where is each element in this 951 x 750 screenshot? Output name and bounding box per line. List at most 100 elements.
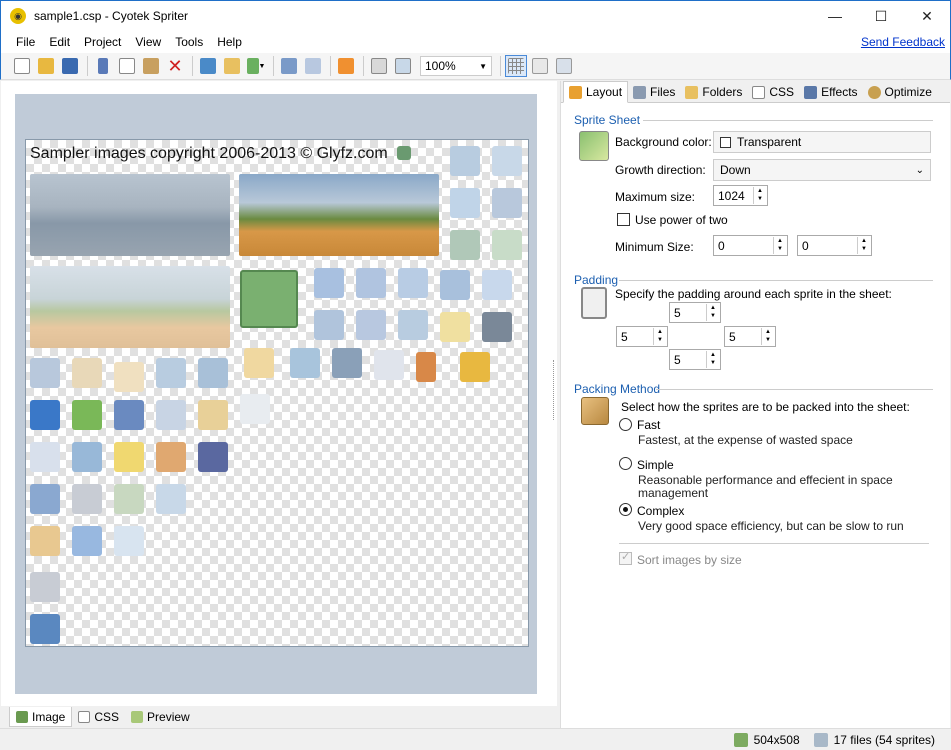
open-button[interactable] — [35, 55, 57, 77]
optimize-icon — [867, 85, 881, 99]
tab-image[interactable]: Image — [9, 707, 73, 727]
sprite-checklist3-icon — [30, 526, 60, 556]
small-sprite-icon — [397, 146, 411, 160]
generate-button[interactable] — [335, 55, 357, 77]
list-icon — [556, 58, 572, 74]
menu-tools[interactable]: Tools — [168, 35, 210, 49]
delete-button[interactable]: ✕ — [164, 55, 186, 77]
background-color-field[interactable]: Transparent — [713, 131, 931, 153]
maximum-size-input[interactable]: 1024 ▲ ▼ — [713, 185, 768, 206]
tab-effects[interactable]: Effects — [799, 81, 862, 103]
padding-right-input[interactable]: 5 ▲ ▼ — [724, 326, 776, 347]
menu-edit[interactable]: Edit — [42, 35, 77, 49]
packing-complex-radio[interactable] — [619, 503, 632, 516]
add-dropdown-button[interactable]: ▼ — [245, 55, 267, 77]
growth-direction-value: Down — [720, 163, 751, 177]
canvas-area[interactable]: Sampler images copyright 2006-2013 © Gly… — [15, 94, 537, 694]
packing-fast-description: Fastest, at the expense of wasted space — [638, 433, 853, 447]
sort-by-size-checkbox[interactable]: ✓ — [619, 551, 632, 565]
packing-complex-description: Very good space efficiency, but can be s… — [638, 519, 904, 533]
sprite-window-icon — [156, 400, 186, 430]
preview-icon — [131, 711, 144, 723]
import-button[interactable] — [302, 55, 324, 77]
close-button[interactable]: ✕ — [904, 1, 950, 31]
sprite-database3-icon — [198, 400, 228, 430]
export-button[interactable] — [278, 55, 300, 77]
sprite-font2-icon — [240, 394, 270, 424]
packing-method-header: Packing Method — [574, 382, 661, 396]
tab-optimize[interactable]: Optimize — [863, 81, 937, 103]
padding-header: Padding — [574, 273, 619, 287]
toolbar-separator — [330, 56, 331, 76]
menu-file[interactable]: File — [1, 35, 42, 49]
zoom-select[interactable]: 100% ▼ — [420, 56, 492, 76]
packing-fast-label: Fast — [637, 418, 661, 432]
packing-fast-radio[interactable] — [619, 418, 632, 431]
zoom-fit-button[interactable] — [368, 55, 390, 77]
minimize-button[interactable]: — — [812, 1, 858, 31]
toolbar: ✕ ▼ 100% ▼ — [0, 53, 951, 80]
sprite-eyedropper3-icon — [156, 442, 186, 472]
background-color-label: Background color: — [615, 135, 712, 149]
sprite-play2-icon — [30, 400, 60, 430]
spinner-arrows-icon[interactable]: ▲ ▼ — [753, 187, 766, 204]
image-icon — [16, 710, 28, 723]
packing-simple-radio[interactable] — [619, 457, 632, 470]
tab-preview[interactable]: Preview — [125, 707, 196, 727]
sprite-binoculars2-icon — [30, 614, 60, 644]
tab-css[interactable]: CSS — [72, 707, 125, 727]
copy-icon — [119, 58, 135, 74]
add-image-button[interactable] — [197, 55, 219, 77]
tab-layout[interactable]: Layout — [563, 81, 629, 103]
menu-view[interactable]: View — [128, 35, 168, 49]
sprite-printer3-icon — [72, 484, 102, 514]
toolbar-separator — [87, 56, 88, 76]
chevron-down-icon: ▼ — [258, 62, 266, 70]
spinner-arrows-icon[interactable]: ▲ ▼ — [773, 237, 786, 254]
growth-direction-select[interactable]: Down ⌄ — [713, 159, 931, 181]
minimum-width-input[interactable]: 0 ▲ ▼ — [713, 235, 788, 256]
maximize-button[interactable]: ☐ — [858, 1, 904, 31]
cut-button[interactable] — [92, 55, 114, 77]
tab-folders[interactable]: Folders — [680, 81, 747, 103]
padding-top-input[interactable]: 5 ▲ ▼ — [669, 302, 721, 323]
sprite-zoom2-icon — [492, 230, 522, 260]
sprite-note2-icon — [114, 442, 144, 472]
copy-button[interactable] — [116, 55, 138, 77]
spinner-arrows-icon[interactable]: ▲ ▼ — [706, 351, 719, 368]
spinner-arrows-icon[interactable]: ▲ ▼ — [706, 304, 719, 321]
save-button[interactable] — [59, 55, 81, 77]
generate-icon — [338, 58, 354, 74]
list-button[interactable] — [553, 55, 575, 77]
minimum-height-input[interactable]: 0 ▲ ▼ — [797, 235, 872, 256]
sprite-sheet-canvas[interactable]: Sampler images copyright 2006-2013 © Gly… — [25, 139, 529, 647]
power-of-two-checkbox[interactable] — [617, 213, 630, 226]
sprite-zoom-icon — [450, 230, 480, 260]
zoom-actual-button[interactable] — [392, 55, 414, 77]
sprite-scroll-icon — [114, 362, 144, 392]
tab-preview-label: Preview — [147, 710, 190, 724]
tab-files[interactable]: Files — [628, 81, 680, 103]
menu-project[interactable]: Project — [77, 35, 128, 49]
padding-bottom-input[interactable]: 5 ▲ ▼ — [669, 349, 721, 370]
paste-button[interactable] — [140, 55, 162, 77]
spinner-arrows-icon[interactable]: ▲ ▼ — [761, 328, 774, 345]
paste-icon — [143, 58, 159, 74]
add-folder-icon — [224, 58, 240, 74]
pane-splitter[interactable] — [553, 360, 556, 420]
color-swatch — [720, 136, 731, 148]
tab-css-settings[interactable]: CSS — [747, 81, 799, 103]
sprite-magnifier-icon — [240, 270, 298, 328]
view-mode-button[interactable] — [529, 55, 551, 77]
sprite-eyedropper2-icon — [416, 352, 436, 382]
padding-left-input[interactable]: 5 ▲ ▼ — [616, 326, 668, 347]
add-folder-button[interactable] — [221, 55, 243, 77]
spinner-arrows-icon[interactable]: ▲ ▼ — [653, 328, 666, 345]
new-button[interactable] — [11, 55, 33, 77]
spinner-arrows-icon[interactable]: ▲ ▼ — [857, 237, 870, 254]
send-feedback-link[interactable]: Send Feedback — [861, 35, 945, 49]
checkmark-icon: ✓ — [621, 551, 631, 563]
menu-help[interactable]: Help — [210, 35, 249, 49]
tab-effects-label: Effects — [821, 85, 858, 99]
grid-button[interactable] — [505, 55, 527, 77]
